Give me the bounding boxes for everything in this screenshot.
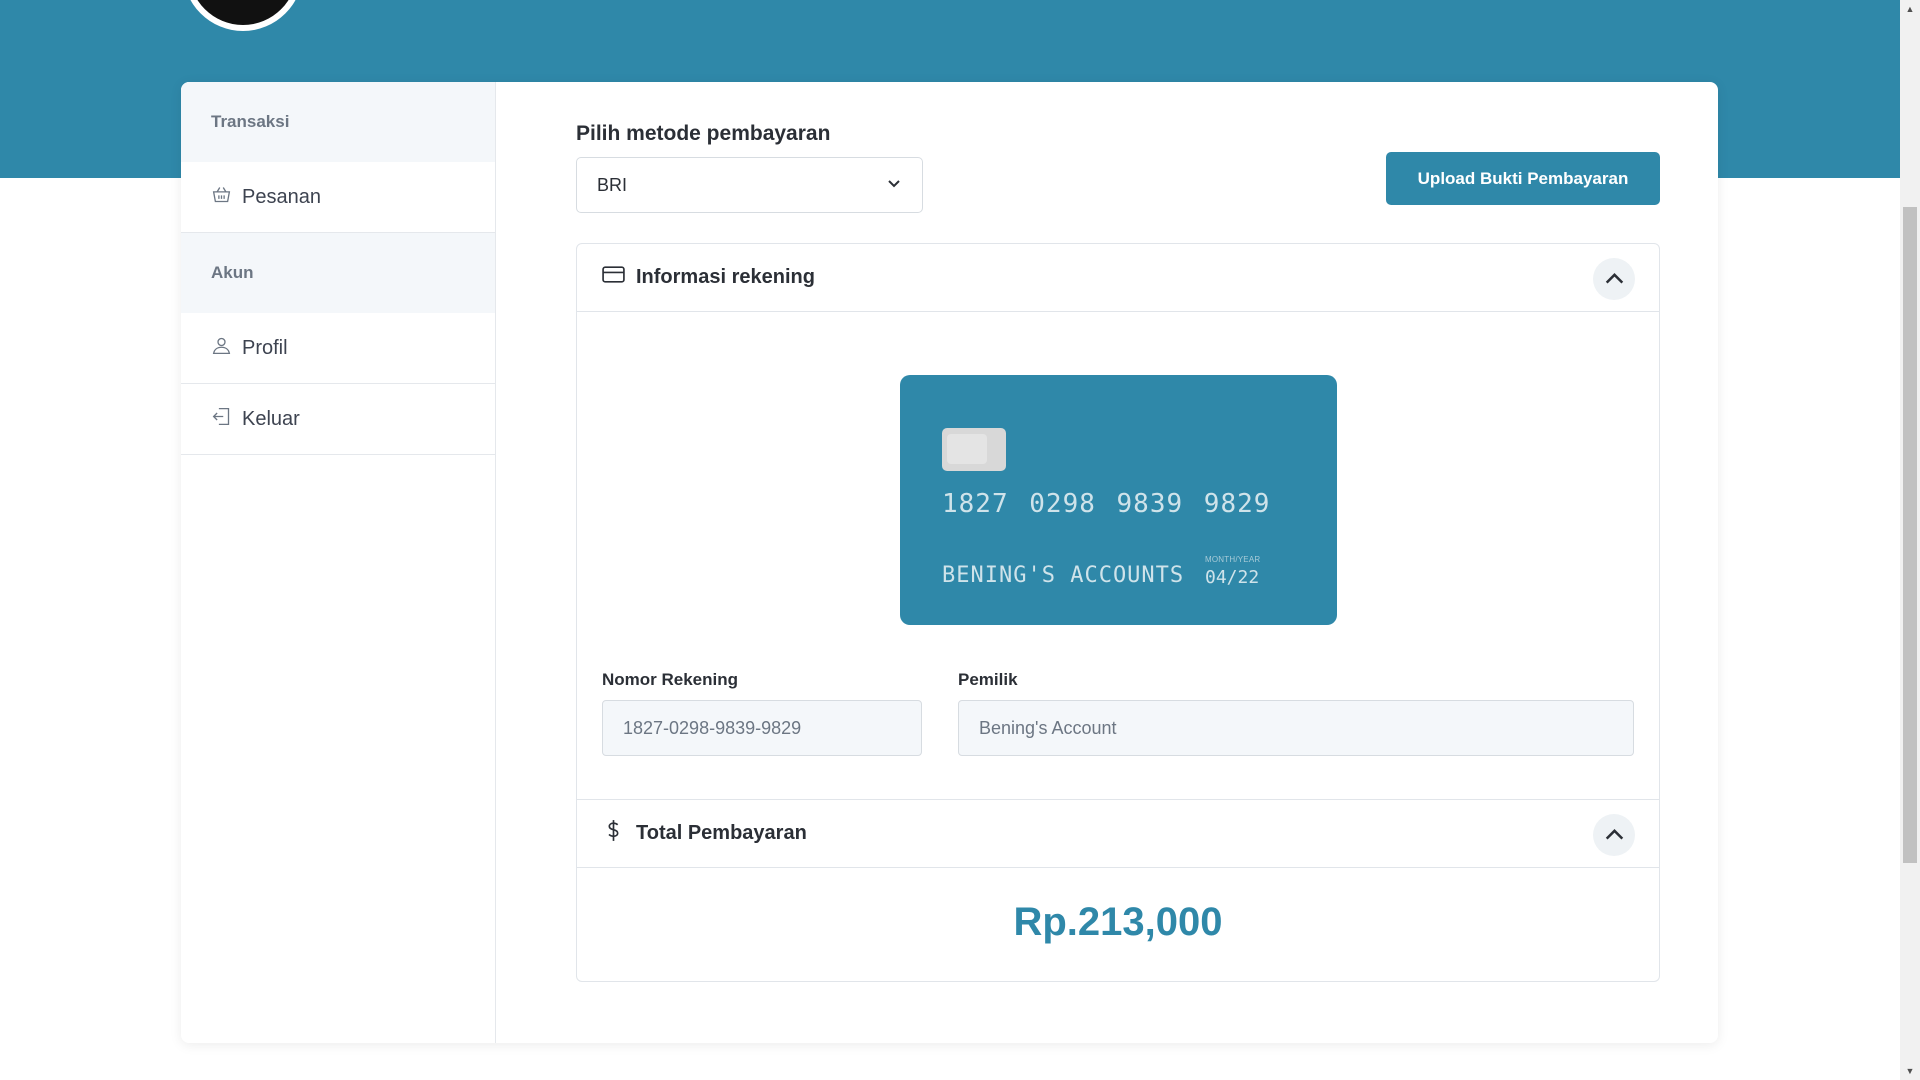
payment-method-label: Pilih metode pembayaran: [576, 122, 831, 145]
basket-icon: [211, 184, 232, 211]
logout-icon: [211, 406, 232, 433]
account-info-accordion: Informasi rekening 1827 0298 9839 9829 B…: [576, 243, 1660, 800]
scroll-thumb[interactable]: [1903, 207, 1917, 863]
content-card: Transaksi Pesanan Akun Profil Keluar Pil…: [181, 82, 1718, 1043]
sidebar-section-transaksi: Transaksi: [181, 82, 495, 162]
page-scrollbar[interactable]: ▲ ▼: [1900, 0, 1920, 1080]
card-expiry: 04/22: [1205, 567, 1260, 588]
scroll-down-arrow[interactable]: ▼: [1900, 1062, 1920, 1080]
chevron-up-icon: [1605, 272, 1623, 284]
sidebar-section-akun: Akun: [181, 233, 495, 313]
card-holder: BENING'S ACCOUNTS: [942, 563, 1185, 588]
card-number: 1827 0298 9839 9829: [942, 489, 1271, 519]
account-number-label: Nomor Rekening: [602, 670, 739, 689]
sidebar-item-profil[interactable]: Profil: [181, 313, 495, 384]
total-payment-title: Total Pembayaran: [636, 822, 807, 844]
total-payment-header[interactable]: Total Pembayaran: [577, 800, 1659, 868]
credit-card-icon: [601, 262, 626, 293]
sidebar-item-label: Pesanan: [242, 185, 321, 208]
bank-card: 1827 0298 9839 9829 BENING'S ACCOUNTS MO…: [900, 375, 1337, 625]
collapse-toggle[interactable]: [1593, 258, 1635, 300]
payment-method-value: BRI: [597, 174, 628, 195]
owner-field[interactable]: [958, 700, 1634, 756]
owner-label: Pemilik: [958, 670, 1018, 689]
payment-panel: Pilih metode pembayaran BRI Upload Bukti…: [496, 82, 1718, 1043]
sidebar-item-pesanan[interactable]: Pesanan: [181, 162, 495, 233]
collapse-toggle[interactable]: [1593, 814, 1635, 856]
upload-proof-button[interactable]: Upload Bukti Pembayaran: [1386, 152, 1660, 205]
sidebar: Transaksi Pesanan Akun Profil Keluar: [181, 82, 496, 1043]
card-expiry-label: MONTH/YEAR: [1205, 555, 1261, 564]
sidebar-item-label: Profil: [242, 336, 288, 359]
total-payment-accordion: Total Pembayaran Rp.213,000: [576, 800, 1660, 982]
total-amount: Rp.213,000: [1013, 900, 1223, 944]
account-info-header[interactable]: Informasi rekening: [577, 244, 1659, 312]
chevron-down-icon: [886, 175, 902, 196]
account-info-title: Informasi rekening: [636, 266, 815, 288]
scroll-up-arrow[interactable]: ▲: [1900, 0, 1920, 18]
sidebar-item-label: Keluar: [242, 407, 300, 430]
payment-method-select[interactable]: BRI: [576, 157, 923, 213]
dollar-icon: [601, 818, 626, 849]
sidebar-item-keluar[interactable]: Keluar: [181, 384, 495, 455]
user-icon: [211, 335, 232, 362]
chevron-up-icon: [1605, 828, 1623, 840]
card-chip: [942, 428, 1006, 471]
account-number-field[interactable]: [602, 700, 922, 756]
